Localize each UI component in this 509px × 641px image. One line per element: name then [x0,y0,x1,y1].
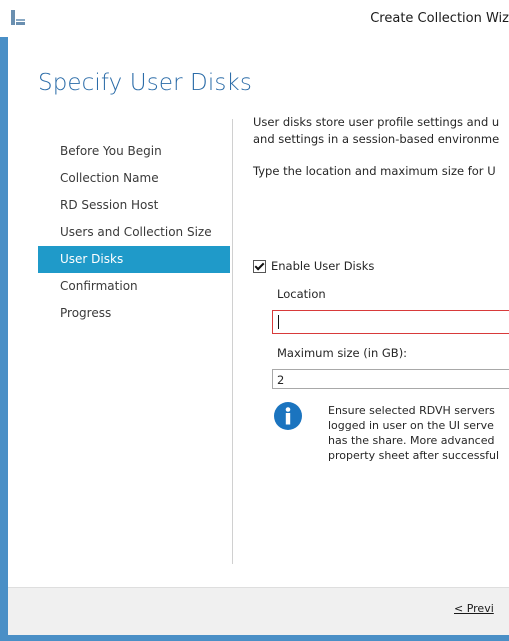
info-line: has the share. More advanced [328,434,495,447]
location-label: Location [277,287,326,301]
enable-user-disks-label: Enable User Disks [271,259,375,273]
nav-item-rd-session-host[interactable]: RD Session Host [38,192,230,219]
checkbox-checked-icon[interactable] [253,259,266,273]
text-caret [278,315,279,329]
nav-item-user-disks[interactable]: User Disks [38,246,230,273]
max-size-label: Maximum size (in GB): [277,346,408,360]
info-message: Ensure selected RDVH servers logged in u… [328,403,509,463]
title-bar[interactable]: Create Collection Wiz [0,0,509,37]
wizard-nav: Before You Begin Collection Name RD Sess… [38,138,230,327]
info-icon [274,402,302,430]
nav-item-progress[interactable]: Progress [38,300,230,327]
nav-divider [232,119,233,564]
server-manager-icon [11,10,25,25]
user-disks-panel: User disks store user profile settings a… [253,114,509,462]
window-title: Create Collection Wiz [370,11,509,26]
info-line: property sheet after successful [328,449,500,462]
max-size-input[interactable]: 2 [272,369,509,389]
wizard-footer: < Previ [8,587,509,635]
info-line: logged in user on the UI serve [328,419,494,432]
enable-user-disks-checkbox[interactable]: Enable User Disks [253,259,374,273]
description-line-1: User disks store user profile settings a… [253,115,500,129]
description-line-2: and settings in a session-based environm… [253,132,500,146]
instruction-text: Type the location and maximum size for U [253,164,496,178]
nav-item-confirmation[interactable]: Confirmation [38,273,230,300]
previous-button[interactable]: < Previ [454,602,494,615]
nav-item-before-you-begin[interactable]: Before You Begin [38,138,230,165]
nav-item-collection-name[interactable]: Collection Name [38,165,230,192]
page-title: Specify User Disks [38,70,252,96]
location-input[interactable] [272,310,509,334]
info-line: Ensure selected RDVH servers [328,404,495,417]
wizard-client-area: Specify User Disks Before You Begin Coll… [8,37,509,634]
nav-item-users-and-collection-size[interactable]: Users and Collection Size [38,219,230,246]
